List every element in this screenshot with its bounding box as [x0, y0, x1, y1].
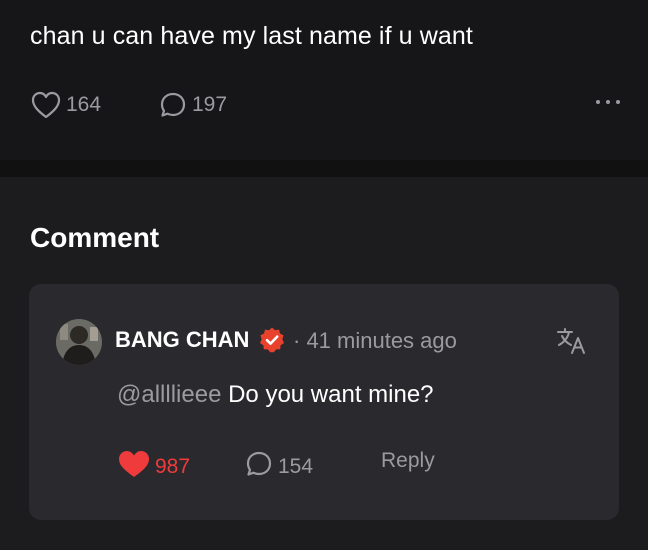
comment-section-title: Comment — [30, 222, 160, 253]
post: chan u can have my last name if u want 1… — [0, 0, 648, 160]
comment-actions: 987 154 Reply — [117, 449, 597, 479]
avatar[interactable] — [56, 319, 102, 365]
post-comment-count: 197 — [192, 93, 228, 116]
section-divider — [0, 160, 648, 177]
comment-text: @allllieee Do you want mine? — [117, 381, 434, 409]
comment-icon — [244, 449, 274, 485]
comment-like-count: 987 — [155, 455, 191, 478]
post-comment-button[interactable]: 197 — [158, 90, 227, 120]
more-icon[interactable] — [596, 100, 620, 104]
comment-message: Do you want mine? — [221, 381, 434, 408]
comment-author[interactable]: BANG CHAN — [115, 327, 249, 353]
comment-mention[interactable]: @allllieee — [117, 381, 221, 408]
post-actions: 164 197 — [30, 90, 620, 122]
comment-reply-count-button[interactable]: 154 — [244, 449, 313, 485]
comment-card: BANG CHAN · 41 minutes ago @allllieee Do… — [29, 284, 619, 520]
post-like-button[interactable]: 164 — [30, 90, 101, 120]
comment-icon — [158, 90, 188, 120]
comment-reply-count: 154 — [278, 455, 314, 478]
post-text: chan u can have my last name if u want — [30, 22, 473, 50]
comment-timestamp: · 41 minutes ago — [293, 328, 457, 353]
verified-badge-icon — [258, 326, 286, 359]
heart-icon — [30, 90, 62, 120]
reply-button[interactable]: Reply — [381, 449, 435, 473]
comment-like-button[interactable]: 987 — [117, 449, 190, 485]
heart-icon — [117, 449, 151, 485]
post-like-count: 164 — [66, 93, 102, 116]
translate-icon[interactable] — [556, 326, 588, 361]
